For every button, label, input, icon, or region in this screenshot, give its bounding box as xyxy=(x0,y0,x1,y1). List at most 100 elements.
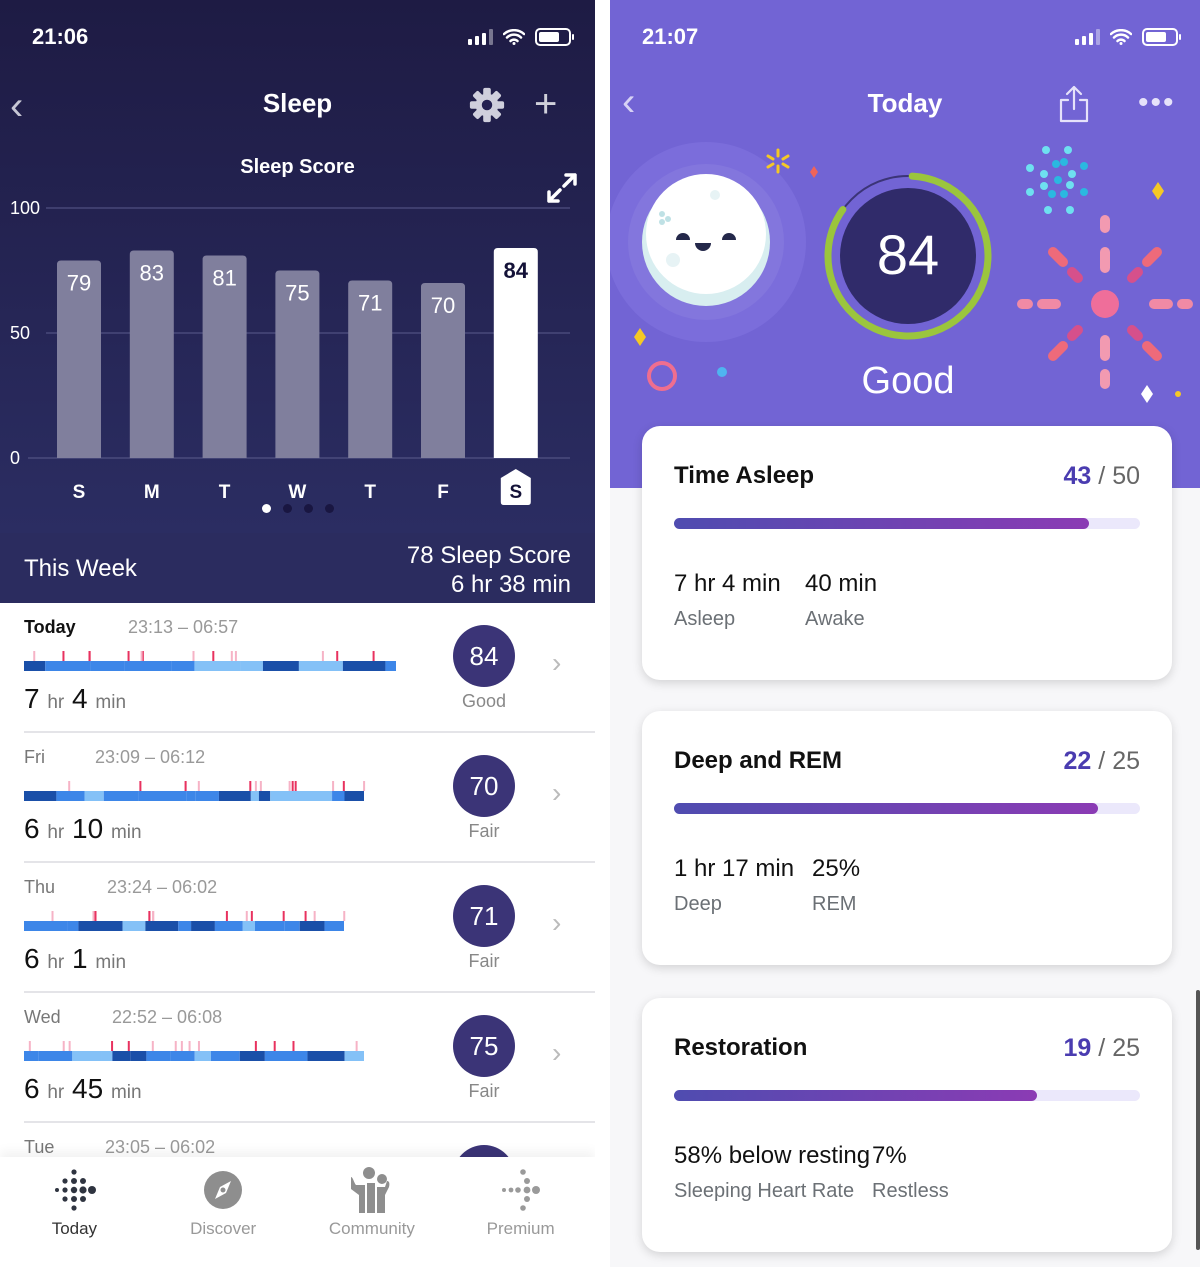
today-sleep-detail-screen: 21:07 ‹ Today ••• 84 Good Time Asleep 43… xyxy=(610,0,1200,1267)
stat-label: Restless xyxy=(872,1180,949,1202)
sleep-stage-segment xyxy=(210,1051,240,1061)
sleep-stage-segment xyxy=(332,791,345,801)
score-breakdown-card[interactable]: Deep and REM 22 / 25 1 hr 17 min Deep 25… xyxy=(642,711,1172,965)
bar-value-label: 81 xyxy=(212,266,236,291)
awake-tick xyxy=(127,1041,130,1051)
ring-icon xyxy=(647,361,677,391)
awake-tick xyxy=(292,1041,295,1051)
sleep-stage-segment xyxy=(84,791,104,801)
awake-tick xyxy=(355,1041,358,1051)
gear-icon[interactable] xyxy=(468,86,506,124)
sleep-stage-segment xyxy=(254,921,276,931)
row-quality: Fair xyxy=(468,951,500,971)
stat-label: Deep xyxy=(674,893,722,915)
row-day: Tue xyxy=(24,1137,55,1157)
awake-tick xyxy=(291,781,294,791)
row-time-range: 23:13 – 06:57 xyxy=(128,617,239,637)
chevron-right-icon[interactable]: › xyxy=(552,907,561,939)
sleep-stage-segment xyxy=(194,661,241,671)
sleep-stage-segment xyxy=(242,921,255,931)
sleep-log-row[interactable]: Fri 23:09 – 06:12 6 hr 10 min Fair › 70 xyxy=(0,733,595,863)
sleep-stage-hypnogram xyxy=(24,911,346,931)
x-tick-label: F xyxy=(437,482,449,503)
card-title: Time Asleep xyxy=(674,462,815,489)
sleep-score-rating: Good xyxy=(861,360,955,402)
chevron-right-icon[interactable]: › xyxy=(552,647,561,679)
x-tick-label: W xyxy=(288,482,306,503)
sleep-stage-segment xyxy=(214,921,243,931)
awake-tick xyxy=(273,1041,276,1051)
sleep-stage-segment xyxy=(78,921,123,931)
sleep-log-row[interactable]: Today 23:13 – 06:57 7 hr 4 min Good › 84 xyxy=(0,603,595,733)
sleep-stage-segment xyxy=(385,661,396,671)
tab-discover[interactable]: Discover xyxy=(149,1157,298,1267)
page-dot[interactable] xyxy=(303,504,313,513)
tab-today[interactable]: Today xyxy=(0,1157,149,1267)
signal-icon xyxy=(1075,29,1100,45)
panel-divider xyxy=(595,0,610,1267)
row-quality: Fair xyxy=(468,1081,500,1101)
sleep-log-row[interactable]: Thu 23:24 – 06:02 6 hr 1 min Fair › 71 xyxy=(0,863,595,993)
awake-tick xyxy=(313,911,316,921)
awake-tick xyxy=(111,1041,114,1051)
chart-title: Sleep Score xyxy=(240,156,355,178)
awake-tick xyxy=(68,781,71,791)
sleep-header: 21:06 ‹ Sleep + Sleep Score 0 50 100 79 S 83 M… xyxy=(0,0,595,533)
sleep-stage-segment xyxy=(270,791,304,801)
more-options-icon[interactable]: ••• xyxy=(1138,86,1176,120)
week-duration: 6 hr 38 min xyxy=(450,571,571,598)
tab-premium[interactable]: Premium xyxy=(446,1157,595,1267)
awake-tick xyxy=(294,781,297,791)
awake-tick xyxy=(282,911,285,921)
chevron-right-icon[interactable]: › xyxy=(552,777,561,809)
tab-community[interactable]: Community xyxy=(298,1157,447,1267)
awake-tick xyxy=(212,651,215,661)
sleep-stage-segment xyxy=(195,791,219,801)
awake-tick xyxy=(62,1041,65,1051)
page-indicator[interactable] xyxy=(0,504,595,513)
awake-tick xyxy=(225,911,228,921)
scrollbar[interactable] xyxy=(1196,990,1200,1250)
fitbit-logo-icon xyxy=(55,1169,97,1211)
bar-value-label: 79 xyxy=(67,271,91,296)
sleep-stage-segment xyxy=(101,1051,113,1061)
sleep-stage-segment xyxy=(138,791,187,801)
page-title: Today xyxy=(867,88,943,118)
sleep-stage-hypnogram xyxy=(24,651,396,671)
sleep-stage-segment xyxy=(284,921,300,931)
score-breakdown-card[interactable]: Restoration 19 / 25 58% below resting Sl… xyxy=(642,998,1172,1252)
awake-tick xyxy=(250,911,253,921)
sleep-stage-segment xyxy=(122,921,146,931)
star-icon xyxy=(634,328,646,346)
share-icon[interactable] xyxy=(1058,84,1090,124)
status-time: 21:06 xyxy=(32,24,89,49)
card-progress-fill xyxy=(674,518,1089,529)
chevron-right-icon[interactable]: › xyxy=(552,1037,561,1069)
status-bar: 21:06 xyxy=(32,22,574,52)
sleep-log-row[interactable]: Wed 22:52 – 06:08 6 hr 45 min Fair › 75 xyxy=(0,993,595,1123)
bar-value-label: 71 xyxy=(358,291,382,316)
row-day: Fri xyxy=(24,747,45,767)
card-stat: 1 hr 17 min Deep xyxy=(674,855,794,916)
sleep-stage-segment xyxy=(342,661,386,671)
row-day: Thu xyxy=(24,877,56,897)
card-progress-bar xyxy=(674,803,1140,814)
row-duration: 6 hr 10 min xyxy=(24,813,142,844)
add-button[interactable]: + xyxy=(534,82,557,127)
firework-icon xyxy=(1017,215,1193,389)
row-time-range: 23:24 – 06:02 xyxy=(107,877,218,897)
score-breakdown-card[interactable]: Time Asleep 43 / 50 7 hr 4 min Asleep 40… xyxy=(642,426,1172,680)
awake-tick xyxy=(259,781,262,791)
awake-tick xyxy=(184,781,187,791)
card-stat: 7% Restless xyxy=(872,1142,949,1203)
page-dot[interactable] xyxy=(282,504,292,513)
bar-value-label: 70 xyxy=(431,293,455,318)
sleep-stage-segment xyxy=(186,791,196,801)
row-score-badge: 84 xyxy=(453,625,515,687)
card-score: 22 / 25 xyxy=(1063,747,1140,775)
stat-value: 58% below resting xyxy=(674,1142,871,1169)
page-dot[interactable] xyxy=(324,504,334,513)
row-time-range: 23:09 – 06:12 xyxy=(95,747,206,767)
page-dot[interactable] xyxy=(261,504,271,513)
sleep-stage-segment xyxy=(258,791,271,801)
